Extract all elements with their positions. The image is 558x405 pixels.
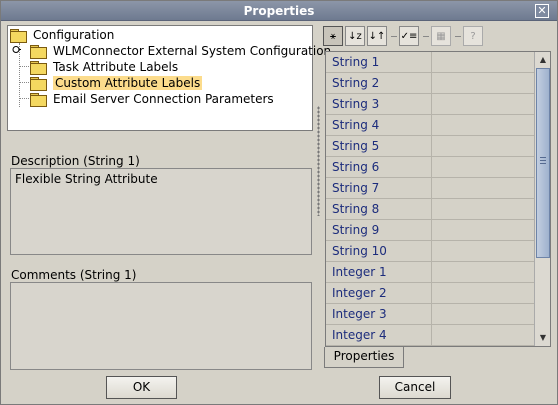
property-name: Integer 3 (326, 304, 432, 324)
tree-connector (19, 66, 29, 67)
expander-icon[interactable] (12, 45, 21, 54)
property-name: String 2 (326, 73, 432, 93)
property-value[interactable] (433, 94, 534, 114)
property-value[interactable] (433, 325, 534, 345)
comments-field[interactable] (10, 282, 312, 370)
description-label: Description (String 1) (11, 154, 140, 168)
tree-item-label: Configuration (33, 28, 115, 42)
property-name: String 1 (326, 52, 432, 72)
grip-line (540, 160, 546, 161)
tree-item-label: Email Server Connection Parameters (53, 92, 274, 106)
property-value[interactable] (433, 136, 534, 156)
table-row[interactable]: Integer 2 (326, 283, 534, 304)
folder-icon (30, 93, 47, 107)
vertical-scrollbar[interactable]: ▲ ▼ (534, 52, 550, 346)
toolbar-separator (455, 35, 461, 37)
property-value[interactable] (433, 178, 534, 198)
property-value[interactable] (433, 262, 534, 282)
cancel-button[interactable]: Cancel (379, 376, 451, 399)
property-name: String 4 (326, 115, 432, 135)
tree-item-task-attribute-labels[interactable]: Task Attribute Labels (30, 59, 178, 75)
categorized-icon[interactable]: ⚹ (323, 26, 343, 46)
tree-item-email-server[interactable]: Email Server Connection Parameters (30, 91, 274, 107)
window-title: Properties (243, 4, 315, 18)
tree-item-label: WLMConnector External System Configurati… (53, 44, 332, 58)
configuration-tree[interactable]: Configuration WLMConnector External Syst… (7, 25, 331, 131)
tree-connector (19, 82, 29, 83)
table-row[interactable]: String 4 (326, 115, 534, 136)
table-row[interactable]: String 5 (326, 136, 534, 157)
property-value[interactable] (433, 52, 534, 72)
property-value[interactable] (433, 304, 534, 324)
folder-icon (30, 61, 47, 75)
table-row[interactable]: String 1 (326, 52, 534, 73)
tree-item-label: Task Attribute Labels (53, 60, 179, 74)
table-row[interactable]: String 2 (326, 73, 534, 94)
folder-icon (10, 29, 27, 43)
tree-connector (19, 98, 29, 99)
description-field[interactable]: Flexible String Attribute (10, 168, 312, 255)
property-name: String 8 (326, 199, 432, 219)
property-name: Integer 1 (326, 262, 432, 282)
property-name: String 10 (326, 241, 432, 261)
scroll-up-icon[interactable]: ▲ (536, 53, 550, 67)
toolbar-separator (391, 35, 397, 37)
table-row[interactable]: Integer 1 (326, 262, 534, 283)
grip-line (540, 163, 546, 164)
property-name: String 7 (326, 178, 432, 198)
tree-item-label: Custom Attribute Labels (53, 76, 203, 90)
scrollbar-thumb[interactable] (536, 68, 550, 258)
table-row[interactable]: String 7 (326, 178, 534, 199)
splitter-handle[interactable] (317, 106, 320, 216)
table-row[interactable]: Integer 4 (326, 325, 534, 346)
property-value[interactable] (433, 220, 534, 240)
property-pages-icon[interactable]: ▦ (431, 26, 451, 46)
property-name: Integer 4 (326, 325, 432, 345)
tree-item-configuration[interactable]: Configuration (10, 27, 114, 43)
property-name: Integer 2 (326, 283, 432, 303)
folder-icon (30, 77, 47, 91)
property-name: String 6 (326, 157, 432, 177)
table-row[interactable]: String 3 (326, 94, 534, 115)
table-row[interactable]: String 9 (326, 220, 534, 241)
property-value[interactable] (433, 73, 534, 93)
property-value[interactable] (433, 157, 534, 177)
sort-alphabetical-icon[interactable]: ↓z (345, 26, 365, 46)
comments-label: Comments (String 1) (11, 268, 137, 282)
property-value[interactable] (433, 283, 534, 303)
title-bar[interactable]: Properties ✕ (1, 1, 557, 21)
property-name: String 3 (326, 94, 432, 114)
properties-window: Properties ✕ Configuration WLMConnector … (0, 0, 558, 405)
tab-properties[interactable]: Properties (324, 347, 404, 368)
grip-line (540, 157, 546, 158)
table-row[interactable]: String 10 (326, 241, 534, 262)
tree-item-wlmconnector[interactable]: WLMConnector External System Configurati… (30, 43, 331, 59)
property-toolbar: ⚹ ↓z ↓↑ ✓≡ ▦ ? (323, 25, 485, 47)
table-row[interactable]: String 6 (326, 157, 534, 178)
property-name: String 5 (326, 136, 432, 156)
sort-reverse-icon[interactable]: ↓↑ (367, 26, 387, 46)
table-row[interactable]: String 8 (326, 199, 534, 220)
property-grid: String 1 String 2 String 3 String 4 Stri… (325, 51, 551, 347)
close-icon[interactable]: ✕ (535, 4, 549, 18)
folder-icon (30, 45, 47, 59)
property-value[interactable] (433, 199, 534, 219)
help-icon[interactable]: ? (463, 26, 483, 46)
property-value[interactable] (433, 115, 534, 135)
scroll-down-icon[interactable]: ▼ (536, 331, 550, 345)
ok-button[interactable]: OK (106, 376, 177, 399)
property-value[interactable] (433, 241, 534, 261)
table-row[interactable]: Integer 3 (326, 304, 534, 325)
toolbar-separator (423, 35, 429, 37)
tree-item-custom-attribute-labels[interactable]: Custom Attribute Labels (30, 75, 203, 91)
property-name: String 9 (326, 220, 432, 240)
checklist-icon[interactable]: ✓≡ (399, 26, 419, 46)
